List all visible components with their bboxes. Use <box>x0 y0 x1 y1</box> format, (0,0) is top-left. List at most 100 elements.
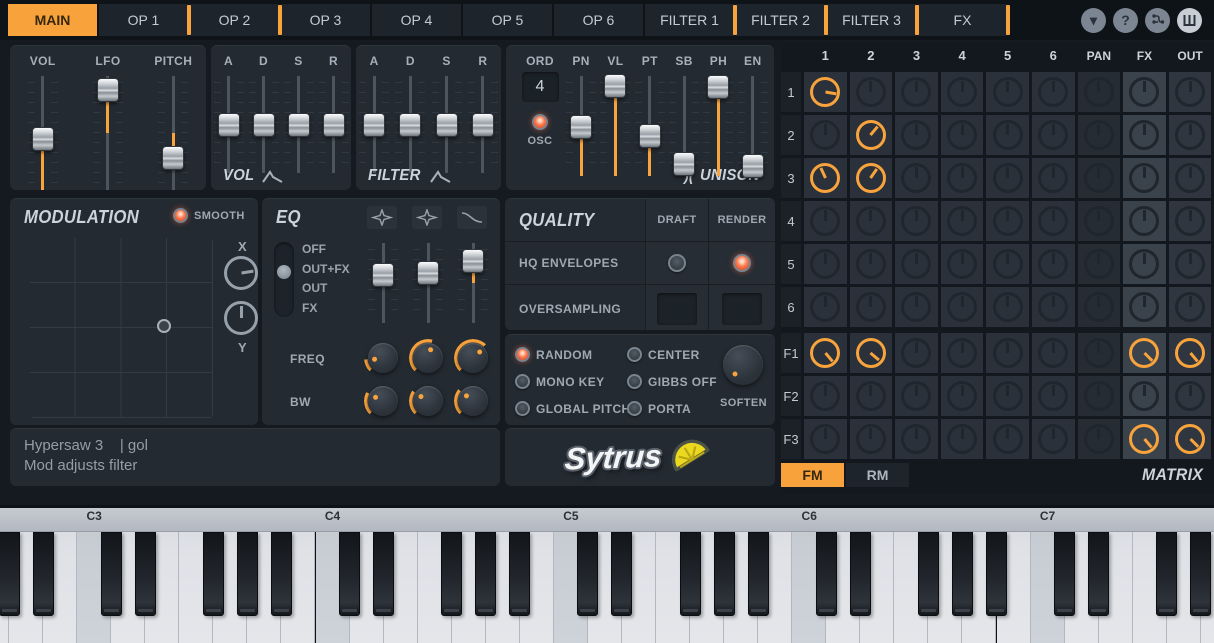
matrix-knob-f3-1[interactable] <box>810 424 840 454</box>
matrix-knob-f2-5[interactable] <box>993 381 1023 411</box>
matrix-knob-5-1[interactable] <box>810 249 840 279</box>
black-key-cs7[interactable] <box>1054 532 1075 616</box>
tab-fx[interactable]: FX <box>918 4 1007 36</box>
matrix-knob-6-4[interactable] <box>947 292 977 322</box>
matrix-knob-f1-2[interactable] <box>856 338 886 368</box>
matrix-knob-5-2[interactable] <box>856 249 886 279</box>
matrix-knob-2-pan[interactable] <box>1084 120 1114 150</box>
matrix-knob-1-4[interactable] <box>947 77 977 107</box>
matrix-knob-3-pan[interactable] <box>1084 163 1114 193</box>
tab-filter-3[interactable]: FILTER 3 <box>827 4 916 36</box>
matrix-knob-6-1[interactable] <box>810 292 840 322</box>
slider-handle[interactable] <box>639 124 661 148</box>
black-key-fs5[interactable] <box>680 532 701 616</box>
pitch-slider[interactable] <box>157 72 189 194</box>
help-icon[interactable]: ? <box>1113 8 1138 33</box>
routing-icon[interactable] <box>1145 8 1170 33</box>
black-key-gs3[interactable] <box>237 532 258 616</box>
slider-handle[interactable] <box>97 78 119 102</box>
tab-op-1[interactable]: OP 1 <box>99 4 188 36</box>
matrix-knob-6-5[interactable] <box>993 292 1023 322</box>
matrix-knob-4-pan[interactable] <box>1084 206 1114 236</box>
matrix-knob-5-4[interactable] <box>947 249 977 279</box>
option-global-pitch[interactable]: GLOBAL PITCH <box>515 395 631 422</box>
oversampling-draft-box[interactable] <box>657 293 697 325</box>
matrix-mode-tab-rm[interactable]: RM <box>846 463 909 487</box>
eq-bw-knob-2[interactable] <box>409 382 447 420</box>
eq-mode-fx[interactable]: FX <box>302 301 317 315</box>
matrix-knob-f1-6[interactable] <box>1038 338 1068 368</box>
matrix-knob-1-5[interactable] <box>993 77 1023 107</box>
matrix-knob-f3-3[interactable] <box>901 424 931 454</box>
tab-op-4[interactable]: OP 4 <box>372 4 461 36</box>
option-porta[interactable]: PORTA <box>627 395 717 422</box>
matrix-knob-4-5[interactable] <box>993 206 1023 236</box>
option-center[interactable]: CENTER <box>627 341 717 368</box>
matrix-knob-f3-pan[interactable] <box>1084 424 1114 454</box>
eq-mode-out[interactable]: OUT <box>302 281 327 295</box>
pt-slider[interactable] <box>634 72 666 180</box>
matrix-knob-3-out[interactable] <box>1175 163 1205 193</box>
slider-handle[interactable] <box>372 263 394 287</box>
slider-handle[interactable] <box>417 261 439 285</box>
hq-envelopes-render-led[interactable] <box>733 254 751 272</box>
option-gibbs-off[interactable]: GIBBS OFF <box>627 368 717 395</box>
matrix-knob-3-5[interactable] <box>993 163 1023 193</box>
r-slider[interactable] <box>467 72 499 177</box>
black-key-ds7[interactable] <box>1088 532 1109 616</box>
matrix-knob-5-out[interactable] <box>1175 249 1205 279</box>
eq-freq-knob-2[interactable] <box>409 339 447 377</box>
lfo-slider[interactable] <box>92 72 124 194</box>
vol-slider[interactable] <box>27 72 59 194</box>
tab-filter-1[interactable]: FILTER 1 <box>645 4 734 36</box>
matrix-knob-5-3[interactable] <box>901 249 931 279</box>
r-slider[interactable] <box>318 72 350 177</box>
matrix-knob-f2-6[interactable] <box>1038 381 1068 411</box>
eq-band-slider[interactable] <box>412 239 444 327</box>
matrix-knob-f3-6[interactable] <box>1038 424 1068 454</box>
eq-band-slider[interactable] <box>457 239 489 327</box>
matrix-knob-f2-1[interactable] <box>810 381 840 411</box>
slider-handle[interactable] <box>436 113 458 137</box>
matrix-knob-f1-5[interactable] <box>993 338 1023 368</box>
dropdown-icon[interactable]: ▾ <box>1081 8 1106 33</box>
black-key-fs7[interactable] <box>1156 532 1177 616</box>
global-pitch-led[interactable] <box>515 401 530 416</box>
option-mono-key[interactable]: MONO KEY <box>515 368 631 395</box>
matrix-knob-1-3[interactable] <box>901 77 931 107</box>
matrix-knob-2-1[interactable] <box>810 120 840 150</box>
slider-handle[interactable] <box>604 74 626 98</box>
matrix-knob-f2-fx[interactable] <box>1129 381 1159 411</box>
matrix-knob-4-out[interactable] <box>1175 206 1205 236</box>
matrix-knob-1-pan[interactable] <box>1084 77 1114 107</box>
matrix-knob-3-6[interactable] <box>1038 163 1068 193</box>
eq-mode-ball[interactable] <box>277 265 291 279</box>
matrix-knob-2-out[interactable] <box>1175 120 1205 150</box>
matrix-knob-4-6[interactable] <box>1038 206 1068 236</box>
black-key-gs2[interactable] <box>0 532 20 616</box>
smooth-led[interactable] <box>173 208 188 223</box>
eq-bw-knob-1[interactable] <box>364 382 402 420</box>
matrix-knob-f1-3[interactable] <box>901 338 931 368</box>
matrix-knob-2-6[interactable] <box>1038 120 1068 150</box>
matrix-knob-6-6[interactable] <box>1038 292 1068 322</box>
matrix-knob-3-fx[interactable] <box>1129 163 1159 193</box>
matrix-knob-f1-fx[interactable] <box>1129 338 1159 368</box>
random-led[interactable] <box>515 347 530 362</box>
eq-freq-knob-1[interactable] <box>364 339 402 377</box>
slider-handle[interactable] <box>570 115 592 139</box>
sb-slider[interactable] <box>668 72 700 180</box>
tab-op-3[interactable]: OP 3 <box>281 4 370 36</box>
matrix-knob-f1-4[interactable] <box>947 338 977 368</box>
center-led[interactable] <box>627 347 642 362</box>
slider-handle[interactable] <box>462 249 484 273</box>
pn-slider[interactable] <box>565 72 597 180</box>
matrix-knob-2-fx[interactable] <box>1129 120 1159 150</box>
matrix-knob-4-3[interactable] <box>901 206 931 236</box>
matrix-knob-6-fx[interactable] <box>1129 292 1159 322</box>
eq-band-slider[interactable] <box>367 239 399 327</box>
black-key-as2[interactable] <box>33 532 54 616</box>
eq-mode-outfx[interactable]: OUT+FX <box>302 262 350 276</box>
a-slider[interactable] <box>213 72 245 177</box>
matrix-knob-5-fx[interactable] <box>1129 249 1159 279</box>
